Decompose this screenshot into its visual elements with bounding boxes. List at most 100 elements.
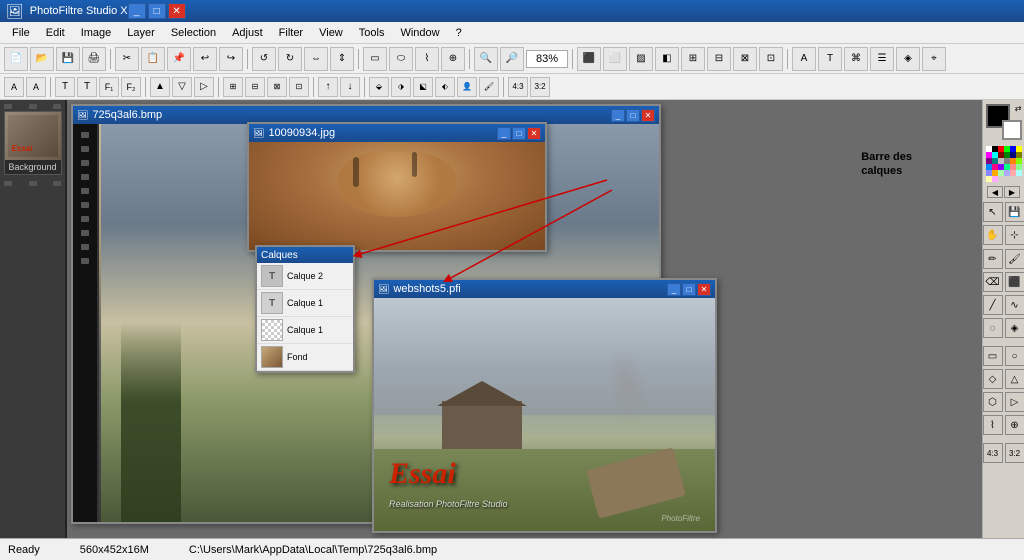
maximize-button[interactable]: □	[148, 3, 166, 19]
filter1-button[interactable]: ⬛	[577, 47, 601, 71]
palette-color[interactable]	[992, 176, 998, 182]
sharpen-tool-button[interactable]: ◈	[1005, 318, 1024, 338]
effect3-button[interactable]: ⬕	[413, 77, 433, 97]
select-lasso-button[interactable]: ⌇	[415, 47, 439, 71]
extra3-button[interactable]: ⌘	[844, 47, 868, 71]
grid4-button[interactable]: ⊡	[289, 77, 309, 97]
palette-color[interactable]	[1016, 170, 1022, 176]
menu-filter[interactable]: Filter	[271, 25, 311, 41]
menu-edit[interactable]: Edit	[38, 25, 73, 41]
rect-shape-button[interactable]: ▭	[983, 346, 1003, 366]
redo-button[interactable]: ↪	[219, 47, 243, 71]
lasso-tool-button[interactable]: ⌇	[983, 415, 1003, 435]
effect1-button[interactable]: ⬙	[369, 77, 389, 97]
type1-button[interactable]: F₁	[99, 77, 119, 97]
extra4-button[interactable]: ☰	[870, 47, 894, 71]
nav1-button[interactable]: ↑	[318, 77, 338, 97]
save-button[interactable]: 💾	[56, 47, 80, 71]
zoom-out-button[interactable]: 🔎	[500, 47, 524, 71]
diamond-shape-button[interactable]: ◇	[983, 369, 1003, 389]
grid3-button[interactable]: ⊠	[267, 77, 287, 97]
hand-tool-button[interactable]: ✋	[983, 225, 1003, 245]
ratio2-button[interactable]: 3:2	[530, 77, 550, 97]
pfi-win-maximize[interactable]: □	[682, 283, 696, 296]
brush-size-button[interactable]: 4:3	[983, 443, 1003, 463]
triangle-shape-button[interactable]: △	[1005, 369, 1024, 389]
layer-item-calque1b[interactable]: Calque 1	[257, 317, 353, 344]
ratio1-button[interactable]: 4:3	[508, 77, 528, 97]
pfi-win-minimize[interactable]: _	[667, 283, 681, 296]
filter2-button[interactable]: ⬜	[603, 47, 627, 71]
filter6-button[interactable]: ⊟	[707, 47, 731, 71]
new-button[interactable]: 📄	[4, 47, 28, 71]
cut-button[interactable]: ✂	[115, 47, 139, 71]
layer-item-calque1[interactable]: T Calque 1	[257, 290, 353, 317]
pfi-win-close[interactable]: ✕	[697, 283, 711, 296]
shape2-button[interactable]: ▽	[172, 77, 192, 97]
pfi-window-titlebar[interactable]: 🖼 webshots5.pfi _ □ ✕	[374, 280, 715, 298]
swap-colors-icon[interactable]: ⇄	[1015, 104, 1022, 113]
text-btn1[interactable]: T	[55, 77, 75, 97]
main-win-maximize[interactable]: □	[626, 109, 640, 122]
rotate-left-button[interactable]: ↺	[252, 47, 276, 71]
select-rect-button[interactable]: ▭	[363, 47, 387, 71]
menu-window[interactable]: Window	[392, 25, 447, 41]
filter3-button[interactable]: ▨	[629, 47, 653, 71]
close-button[interactable]: ✕	[168, 3, 186, 19]
zoom-in-button[interactable]: 🔍	[474, 47, 498, 71]
magic-tool-button[interactable]: ⊕	[1005, 415, 1024, 435]
grid1-button[interactable]: ⊞	[223, 77, 243, 97]
pencil-tool-button[interactable]: ✏	[983, 249, 1003, 269]
brush-icon[interactable]: 🖌	[479, 77, 499, 97]
extra1-button[interactable]: A	[792, 47, 816, 71]
auto2-button[interactable]: A	[26, 77, 46, 97]
main-win-close[interactable]: ✕	[641, 109, 655, 122]
menu-selection[interactable]: Selection	[163, 25, 224, 41]
person-icon[interactable]: 👤	[457, 77, 477, 97]
menu-tools[interactable]: Tools	[351, 25, 393, 41]
arrow-tool-button[interactable]: ▷	[1005, 392, 1024, 412]
palette-scroll-right[interactable]: ▶	[1004, 186, 1020, 198]
copy-button[interactable]: 📋	[141, 47, 165, 71]
flip-h-button[interactable]: ⇔	[304, 47, 328, 71]
grid2-button[interactable]: ⊟	[245, 77, 265, 97]
fill-tool-button[interactable]: ⬛	[1005, 272, 1024, 292]
circle-shape-button[interactable]: ○	[1005, 346, 1024, 366]
jpg-window-titlebar[interactable]: 🖼 10090934.jpg _ □ ✕	[249, 124, 545, 142]
undo-button[interactable]: ↩	[193, 47, 217, 71]
layer-item-calque2[interactable]: T Calque 2	[257, 263, 353, 290]
minimize-button[interactable]: _	[128, 3, 146, 19]
jpg-win-maximize[interactable]: □	[512, 127, 526, 140]
auto1-button[interactable]: A	[4, 77, 24, 97]
eraser-tool-button[interactable]: ⌫	[983, 272, 1003, 292]
menu-image[interactable]: Image	[73, 25, 120, 41]
flip-v-button[interactable]: ⇕	[330, 47, 354, 71]
effect4-button[interactable]: ⬖	[435, 77, 455, 97]
extra6-button[interactable]: ⌖	[922, 47, 946, 71]
paint-tool-button[interactable]: 🖌	[1005, 249, 1024, 269]
opacity-button[interactable]: 3:2	[1005, 443, 1024, 463]
print-button[interactable]: 🖨	[82, 47, 106, 71]
main-win-minimize[interactable]: _	[611, 109, 625, 122]
effect2-button[interactable]: ⬗	[391, 77, 411, 97]
filter7-button[interactable]: ⊠	[733, 47, 757, 71]
menu-help[interactable]: ?	[448, 25, 470, 41]
nav2-button[interactable]: ↓	[340, 77, 360, 97]
jpg-win-close[interactable]: ✕	[527, 127, 541, 140]
shape1-button[interactable]: ▲	[150, 77, 170, 97]
background-color[interactable]	[1002, 120, 1022, 140]
menu-file[interactable]: File	[4, 25, 38, 41]
menu-view[interactable]: View	[311, 25, 351, 41]
move-tool-button[interactable]: ⊹	[1005, 225, 1024, 245]
filter5-button[interactable]: ⊞	[681, 47, 705, 71]
curve-tool-button[interactable]: ∿	[1005, 295, 1024, 315]
line-tool-button[interactable]: ╱	[983, 295, 1003, 315]
jpg-win-minimize[interactable]: _	[497, 127, 511, 140]
rotate-right-button[interactable]: ↻	[278, 47, 302, 71]
text-btn2[interactable]: T	[77, 77, 97, 97]
blur-tool-button[interactable]: ◌	[983, 318, 1003, 338]
select-wand-button[interactable]: ⊕	[441, 47, 465, 71]
filmstrip-item[interactable]: Essai Background	[4, 111, 62, 175]
shape3-button[interactable]: ▷	[194, 77, 214, 97]
select-tool-button[interactable]: ↖	[983, 202, 1003, 222]
